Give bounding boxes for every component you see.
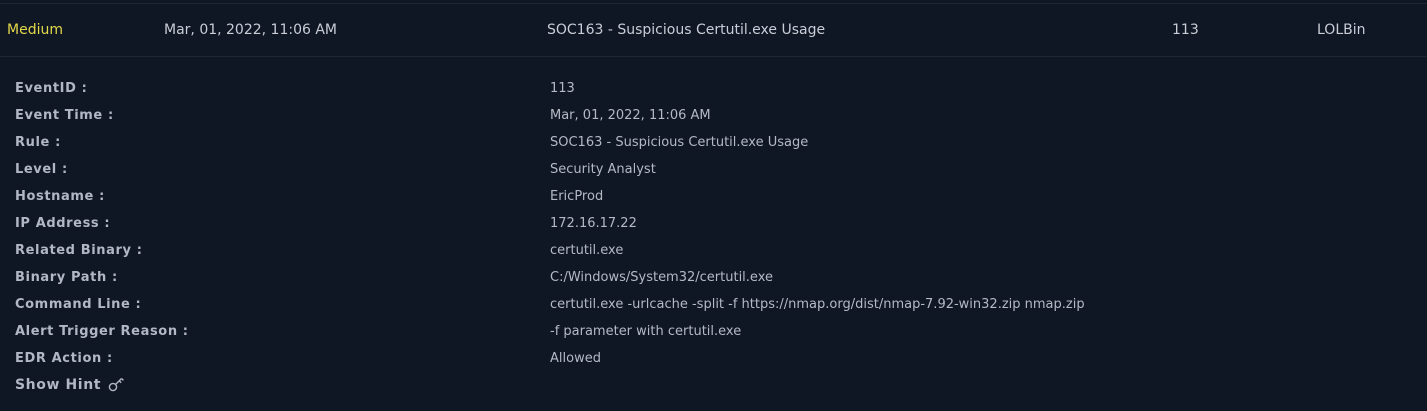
alert-rule: SOC163 - Suspicious Certutil.exe Usage	[547, 22, 826, 38]
alert-type: LOLBin	[1317, 22, 1366, 38]
detail-label: Binary Path :	[15, 270, 118, 285]
detail-value: Mar, 01, 2022, 11:06 AM	[550, 108, 711, 123]
detail-label: IP Address :	[15, 216, 111, 231]
detail-value: EricProd	[550, 189, 604, 204]
detail-value: C:/Windows/System32/certutil.exe	[550, 270, 773, 285]
detail-value: Allowed	[550, 351, 601, 366]
detail-label: Command Line :	[15, 297, 142, 312]
detail-row-event-time: Event Time : Mar, 01, 2022, 11:06 AM	[0, 105, 1427, 132]
key-icon	[107, 377, 125, 393]
alert-panel: Medium Mar, 01, 2022, 11:06 AM SOC163 - …	[0, 0, 1427, 411]
detail-row-alert-trigger-reason: Alert Trigger Reason : -f parameter with…	[0, 321, 1427, 348]
alert-details: EventID : 113 Event Time : Mar, 01, 2022…	[0, 78, 1427, 375]
detail-value: certutil.exe	[550, 243, 624, 258]
alert-row[interactable]: Medium Mar, 01, 2022, 11:06 AM SOC163 - …	[0, 4, 1427, 57]
detail-value: 172.16.17.22	[550, 216, 637, 231]
alert-event-id: 113	[1172, 22, 1199, 38]
detail-value: certutil.exe -urlcache -split -f https:/…	[550, 297, 1085, 312]
detail-label: Hostname :	[15, 189, 105, 204]
detail-row-level: Level : Security Analyst	[0, 159, 1427, 186]
detail-row-binary-path: Binary Path : C:/Windows/System32/certut…	[0, 267, 1427, 294]
detail-label: Level :	[15, 162, 68, 177]
detail-value: 113	[550, 81, 575, 96]
detail-label: Rule :	[15, 135, 61, 150]
detail-row-rule: Rule : SOC163 - Suspicious Certutil.exe …	[0, 132, 1427, 159]
detail-label: Related Binary :	[15, 243, 143, 258]
detail-label: EDR Action :	[15, 351, 113, 366]
detail-row-hostname: Hostname : EricProd	[0, 186, 1427, 213]
detail-row-event-id: EventID : 113	[0, 78, 1427, 105]
detail-row-command-line: Command Line : certutil.exe -urlcache -s…	[0, 294, 1427, 321]
detail-row-edr-action: EDR Action : Allowed	[0, 348, 1427, 375]
detail-label: EventID :	[15, 81, 88, 96]
detail-value: Security Analyst	[550, 162, 656, 177]
alert-level: Medium	[7, 22, 63, 38]
detail-row-ip-address: IP Address : 172.16.17.22	[0, 213, 1427, 240]
detail-value: SOC163 - Suspicious Certutil.exe Usage	[550, 135, 809, 150]
show-hint-label: Show Hint	[15, 377, 102, 393]
alert-date: Mar, 01, 2022, 11:06 AM	[164, 22, 338, 38]
detail-label: Alert Trigger Reason :	[15, 324, 189, 339]
detail-row-related-binary: Related Binary : certutil.exe	[0, 240, 1427, 267]
show-hint-button[interactable]: Show Hint	[15, 377, 125, 393]
detail-label: Event Time :	[15, 108, 114, 123]
detail-value: -f parameter with certutil.exe	[550, 324, 742, 339]
